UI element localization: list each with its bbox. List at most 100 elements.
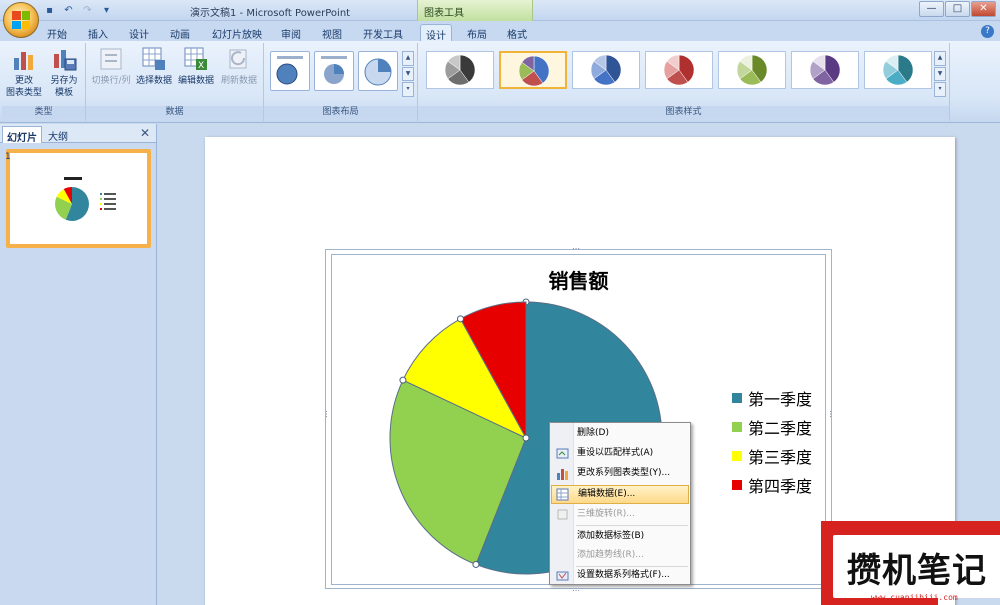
style-pie-icon xyxy=(663,54,695,86)
menu-item-reset-style[interactable]: 重设以匹配样式(A) xyxy=(551,444,689,463)
thumb-legend-text xyxy=(104,208,116,210)
menu-item-3d-rotation[interactable]: 三维旋转(R)... xyxy=(551,505,689,524)
tab-chart-design[interactable]: 设计 xyxy=(420,24,452,42)
chart-style-option-2[interactable] xyxy=(499,51,567,89)
switch-row-col-label: 切换行/列 xyxy=(91,76,131,86)
site-watermark: 攒机笔记 www.cuanjibiji.com xyxy=(821,521,1000,605)
format-series-icon xyxy=(556,571,569,581)
tab-view[interactable]: 视图 xyxy=(319,24,345,41)
rotate-3d-icon xyxy=(557,509,568,520)
watermark-logo-red-top xyxy=(938,521,1000,535)
ribbon-tabs: 开始 插入 设计 动画 幻灯片放映 审阅 视图 开发工具 设计 布局 格式 ? xyxy=(0,21,1000,42)
chart-legend[interactable]: 第一季度第二季度第三季度 第四季度 xyxy=(732,383,812,499)
tab-design-main[interactable]: 设计 xyxy=(126,24,152,41)
undo-icon[interactable]: ↶ xyxy=(61,3,76,18)
chart-type-icon xyxy=(557,469,568,480)
menu-item-change-series-type[interactable]: 更改系列图表类型(Y)... xyxy=(551,464,689,483)
legend-item[interactable]: 第三季度 xyxy=(732,441,812,470)
layout-option-2[interactable] xyxy=(314,51,354,91)
thumb-legend-swatch xyxy=(100,193,102,195)
menu-item-delete[interactable]: 删除(D) xyxy=(551,424,689,443)
legend-swatch xyxy=(732,450,742,461)
legend-item[interactable]: 第四季度 xyxy=(732,470,812,499)
tab-chart-format[interactable]: 格式 xyxy=(502,24,532,41)
tab-animation[interactable]: 动画 xyxy=(167,24,193,41)
menu-item-add-trendline[interactable]: 添加趋势线(R)... xyxy=(551,546,689,565)
style-pie-icon xyxy=(736,54,768,86)
edit-data-icon xyxy=(556,488,569,501)
switch-row-col-icon xyxy=(98,46,124,72)
select-data-button[interactable]: 选择数据 xyxy=(134,46,174,87)
chart-style-option-3[interactable] xyxy=(572,51,640,89)
layout-option-3[interactable] xyxy=(358,51,398,91)
layout-scroll[interactable]: ▲ ▼ ▾ xyxy=(402,51,414,98)
more-icon[interactable]: ▾ xyxy=(402,82,414,98)
styles-more-icon[interactable]: ▾ xyxy=(934,82,946,98)
group-chart-layout-label: 图表布局 xyxy=(264,106,417,119)
tab-outline[interactable]: 大纲 xyxy=(44,126,72,143)
tab-slides[interactable]: 幻灯片 xyxy=(2,126,42,144)
menu-item-edit-data-label: 编辑数据(E)... xyxy=(578,489,636,499)
chart-type-icon xyxy=(11,46,37,72)
chart-style-option-1[interactable] xyxy=(426,51,494,89)
group-data: 切换行/列 选择数据 X 编辑数据 刷新数据 数据 xyxy=(86,43,264,121)
chart-style-option-6[interactable] xyxy=(791,51,859,89)
right-resize-handle[interactable]: ⋯ xyxy=(826,410,835,417)
thumb-legend-swatch xyxy=(100,203,102,205)
minimize-button[interactable]: — xyxy=(919,1,944,17)
selection-handle[interactable] xyxy=(456,315,464,323)
close-button[interactable]: ✕ xyxy=(971,1,996,17)
title-bar: ▪ ↶ ↷ ▾ 演示文稿1 - Microsoft PowerPoint 图表工… xyxy=(0,0,1000,21)
styles-scroll-down-icon[interactable]: ▼ xyxy=(934,66,946,82)
layout-2-icon xyxy=(321,56,347,84)
selection-handle[interactable] xyxy=(472,560,480,568)
tab-insert[interactable]: 插入 xyxy=(85,24,111,41)
menu-item-3d-rotation-label: 三维旋转(R)... xyxy=(577,509,635,519)
refresh-data-label: 刷新数据 xyxy=(220,76,257,86)
quick-access-toolbar: ▪ ↶ ↷ ▾ xyxy=(42,3,114,18)
chart-style-option-7[interactable] xyxy=(864,51,932,89)
tab-home[interactable]: 开始 xyxy=(44,24,70,41)
menu-item-format-series[interactable]: 设置数据系列格式(F)... xyxy=(551,566,689,585)
edit-data-label: 编辑数据 xyxy=(177,76,214,86)
selection-handle-center[interactable] xyxy=(522,434,530,442)
slide-number: 1 xyxy=(5,152,11,162)
menu-item-add-data-labels[interactable]: 添加数据标签(B) xyxy=(551,527,689,546)
thumb-legend-text xyxy=(104,203,116,205)
tab-review[interactable]: 审阅 xyxy=(278,24,304,41)
scroll-down-icon[interactable]: ▼ xyxy=(402,66,414,82)
menu-item-edit-data[interactable]: 编辑数据(E)... xyxy=(551,485,689,504)
selection-handle[interactable] xyxy=(399,376,407,384)
slide-thumbnail-content xyxy=(10,153,147,244)
chart-style-option-4[interactable] xyxy=(645,51,713,89)
refresh-data-button[interactable]: 刷新数据 xyxy=(218,46,260,87)
styles-scroll-up-icon[interactable]: ▲ xyxy=(934,51,946,66)
slide-thumbnail[interactable] xyxy=(6,149,151,248)
edit-data-button[interactable]: X 编辑数据 xyxy=(176,46,216,87)
styles-scroll[interactable]: ▲ ▼ ▾ xyxy=(934,51,946,98)
tab-developer[interactable]: 开发工具 xyxy=(360,24,406,41)
save-as-template-button[interactable]: 另存为 模板 xyxy=(46,46,82,99)
close-panel-icon[interactable]: ✕ xyxy=(140,126,150,140)
switch-row-col-button[interactable]: 切换行/列 xyxy=(90,46,132,87)
redo-icon[interactable]: ↷ xyxy=(80,3,95,18)
change-chart-type-label: 更改 图表类型 xyxy=(6,76,43,98)
group-chart-layout: ▲ ▼ ▾ 图表布局 xyxy=(264,43,418,121)
tab-slideshow[interactable]: 幻灯片放映 xyxy=(210,24,264,41)
legend-item[interactable]: 第一季度 xyxy=(732,383,812,412)
change-chart-type-button[interactable]: 更改 图表类型 xyxy=(6,46,42,99)
help-icon[interactable]: ? xyxy=(981,25,994,38)
legend-item[interactable]: 第二季度 xyxy=(732,412,812,441)
left-resize-handle[interactable]: ⋯ xyxy=(322,410,331,417)
office-button[interactable] xyxy=(3,2,39,38)
save-icon[interactable]: ▪ xyxy=(42,3,57,18)
chart-style-option-5[interactable] xyxy=(718,51,786,89)
top-resize-handle[interactable]: ⋯ xyxy=(572,244,580,253)
layout-option-1[interactable] xyxy=(270,51,310,91)
customize-qat-icon[interactable]: ▾ xyxy=(99,3,114,18)
maximize-button[interactable]: □ xyxy=(945,1,970,17)
scroll-up-icon[interactable]: ▲ xyxy=(402,51,414,66)
bottom-resize-handle[interactable]: ⋯ xyxy=(572,586,580,595)
tab-chart-layout[interactable]: 布局 xyxy=(462,24,492,41)
legend-label: 第二季度 xyxy=(748,418,813,438)
